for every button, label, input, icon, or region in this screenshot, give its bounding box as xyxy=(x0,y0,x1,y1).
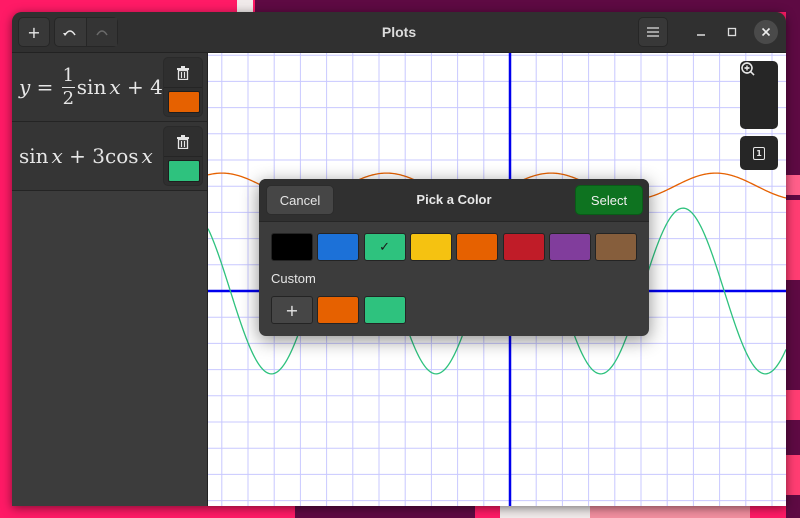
formula-var: x xyxy=(109,75,121,99)
formula-var: x xyxy=(141,144,153,168)
formula-fraction: 1 2 xyxy=(61,64,75,109)
hamburger-menu-icon xyxy=(647,27,659,37)
dialog-header: Cancel Pick a Color Select xyxy=(259,179,649,222)
close-icon xyxy=(761,27,771,37)
color-swatch-red[interactable] xyxy=(502,233,545,261)
equation-formula[interactable]: sin x + 3 cos x xyxy=(19,122,153,190)
minimize-icon xyxy=(697,34,705,36)
equation-color-button[interactable] xyxy=(168,91,200,113)
wallpaper-shape xyxy=(786,200,800,280)
delete-equation-button[interactable] xyxy=(164,58,202,88)
select-button[interactable]: Select xyxy=(575,185,643,215)
color-picker-dialog: Cancel Pick a Color Select Custom + ✓ xyxy=(259,179,649,336)
custom-color-swatch[interactable] xyxy=(363,296,406,324)
equation-row[interactable]: sin x + 3 cos x xyxy=(12,122,207,191)
delete-equation-button[interactable] xyxy=(164,127,202,157)
equation-list: y = 1 2 sin x + 4 sin x + 3 cos x xyxy=(12,53,208,506)
formula-var: y xyxy=(19,75,31,99)
color-swatch-green[interactable]: ✓ xyxy=(363,233,406,261)
color-swatch-black[interactable] xyxy=(271,233,313,261)
trash-icon xyxy=(177,65,189,80)
close-button[interactable] xyxy=(754,20,778,44)
formula-eq: = xyxy=(30,75,60,99)
add-equation-button[interactable]: + xyxy=(18,17,50,47)
undo-icon xyxy=(63,30,76,36)
equation-actions xyxy=(163,57,203,117)
color-swatch-blue[interactable] xyxy=(317,233,360,261)
wallpaper-shape xyxy=(500,506,590,518)
formula-mid: + 3 xyxy=(62,144,106,168)
custom-color-swatch[interactable] xyxy=(317,296,360,324)
fraction-numerator: 1 xyxy=(62,64,75,86)
maximize-button[interactable] xyxy=(720,20,744,44)
equation-formula[interactable]: y = 1 2 sin x + 4 xyxy=(19,53,163,121)
main-menu-button[interactable] xyxy=(638,17,668,47)
color-swatch-purple[interactable] xyxy=(548,233,591,261)
maximize-icon xyxy=(727,27,737,37)
header-bar: + Plots xyxy=(12,12,786,53)
undo-button[interactable] xyxy=(55,18,87,46)
add-custom-color-button[interactable]: + xyxy=(271,296,313,324)
reset-zoom-button[interactable]: 1 xyxy=(740,136,778,170)
equation-actions xyxy=(163,126,203,186)
checkmark-icon: ✓ xyxy=(379,239,391,255)
color-swatch-orange[interactable] xyxy=(456,233,499,261)
redo-icon xyxy=(96,30,108,36)
redo-button[interactable] xyxy=(86,18,117,46)
zoom-out-button[interactable] xyxy=(740,62,778,129)
formula-fn: cos xyxy=(105,144,139,168)
fraction-denominator: 2 xyxy=(62,87,75,109)
formula-fn: sin xyxy=(76,75,107,99)
color-swatch-brown[interactable] xyxy=(595,233,638,261)
equation-color-button[interactable] xyxy=(168,160,200,182)
window-title: Plots xyxy=(381,24,417,40)
formula-fn: sin xyxy=(19,144,49,168)
undo-redo-group xyxy=(54,17,118,47)
color-swatch-yellow[interactable] xyxy=(409,233,452,261)
wallpaper-shape xyxy=(786,390,800,420)
minimize-button[interactable] xyxy=(689,20,713,44)
wallpaper-shape xyxy=(237,0,253,12)
custom-label: Custom xyxy=(271,271,316,286)
wallpaper-shape xyxy=(786,175,800,195)
zoom-out-icon xyxy=(741,62,755,76)
wallpaper-shape xyxy=(255,0,800,12)
formula-var: x xyxy=(51,144,63,168)
wallpaper-shape xyxy=(590,506,750,518)
equation-row[interactable]: y = 1 2 sin x + 4 xyxy=(12,53,207,122)
wallpaper-shape xyxy=(295,506,475,518)
reset-zoom-icon: 1 xyxy=(753,146,765,160)
formula-tail: + 4 xyxy=(120,75,163,99)
trash-icon xyxy=(177,134,189,149)
wallpaper-shape xyxy=(786,455,800,495)
zoom-controls xyxy=(740,61,778,129)
